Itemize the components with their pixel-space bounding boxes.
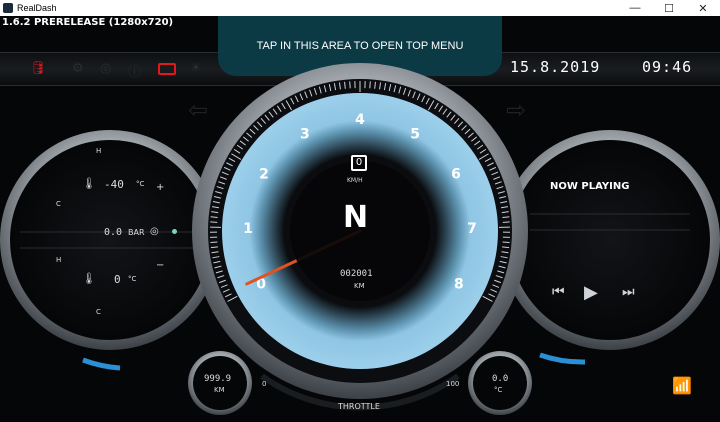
coolant-temp-value: -40	[104, 178, 124, 191]
speed-unit: KM/H	[347, 177, 363, 184]
app-icon	[3, 3, 13, 13]
gauge-tick-label: 6	[451, 166, 461, 182]
minimize-button[interactable]: —	[618, 0, 652, 16]
gauge-tick-label: 7	[467, 221, 477, 237]
odometer-unit: KM	[354, 282, 365, 290]
dashboard: 1.6.2 PRERELEASE (1280x720) 🛢 ⚙ ◎ ⓘ ☀ 15…	[0, 16, 720, 422]
previous-track-icon[interactable]: ⏮	[552, 284, 565, 300]
gear-indicator: N	[343, 200, 369, 235]
throttle-min: 0	[262, 380, 267, 388]
trip-value: 999.9	[204, 374, 232, 384]
oil-c-label: C	[96, 308, 101, 316]
throttle-max: 100	[446, 380, 460, 388]
oil-temp-value: 0	[114, 273, 121, 286]
next-track-icon[interactable]: ⏭	[622, 284, 635, 300]
coolant-c-label: C	[56, 200, 61, 208]
outside-temp-unit: °C	[494, 386, 503, 394]
plus-label: +	[156, 182, 165, 193]
maximize-button[interactable]: ☐	[652, 0, 686, 16]
window-titlebar: RealDash — ☐ ✕	[0, 0, 720, 16]
throttle-label: THROTTLE	[338, 402, 380, 411]
gauge-tick-label: 2	[259, 166, 269, 182]
left-arc-indicator	[82, 357, 121, 371]
outside-temp-value: 0.0	[492, 374, 509, 384]
oil-h-label: H	[56, 256, 62, 264]
play-icon[interactable]: ▶	[584, 282, 598, 303]
pressure-unit: BAR	[128, 228, 145, 237]
minus-label: −	[156, 260, 165, 271]
gauge-tick	[502, 241, 510, 244]
left-gauge-face	[10, 140, 210, 340]
oil-temp-unit: °C	[128, 275, 137, 283]
pressure-value: 0.0	[104, 227, 123, 238]
gauge-tick-label: 4	[355, 112, 365, 128]
gauge-tick	[210, 241, 218, 244]
now-playing-label: NOW PLAYING	[550, 181, 630, 192]
gauge-tick-label: 3	[300, 127, 310, 143]
gauge-tick-label: 1	[243, 221, 253, 237]
speed-icon: 0	[351, 155, 367, 171]
window-title: RealDash	[17, 3, 57, 13]
oil-temp-icon: 🌡	[82, 272, 96, 285]
coolant-temp-icon: 🌡	[82, 177, 96, 190]
right-arc-indicator	[539, 352, 586, 365]
right-gauge-face	[510, 140, 710, 340]
coolant-temp-unit: °C	[136, 180, 145, 188]
wifi-icon[interactable]: 📶	[672, 376, 692, 395]
gauge-tick	[210, 216, 218, 218]
gauge-tick-label: 5	[410, 127, 420, 143]
close-button[interactable]: ✕	[686, 0, 720, 16]
trip-unit: KM	[214, 386, 225, 394]
odometer-value: 002001	[340, 269, 373, 279]
turbo-icon: ◎	[150, 226, 159, 237]
gauge-tick	[502, 216, 510, 218]
gauge-tick-label: 8	[454, 277, 464, 293]
speed-value: 0	[355, 157, 363, 168]
status-dot	[172, 229, 177, 234]
coolant-h-label: H	[96, 147, 102, 155]
